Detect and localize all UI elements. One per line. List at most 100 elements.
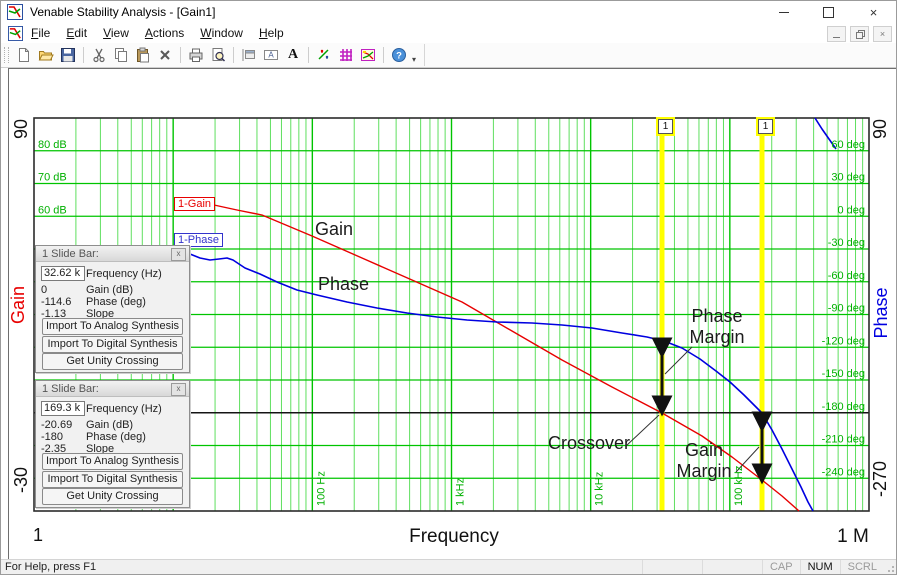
slide-bar-title[interactable]: 1 Slide Bar: <box>36 246 189 262</box>
phase-margin-label: Phase Margin <box>689 306 745 347</box>
maximize-button[interactable] <box>806 1 851 23</box>
new-icon[interactable] <box>14 46 34 64</box>
status-pane <box>641 560 702 574</box>
slide-bar-value: -114.6 <box>41 296 72 308</box>
import-to-analog-synthesis-button[interactable]: Import To Analog Synthesis <box>42 318 183 335</box>
get-unity-crossing-button[interactable]: Get Unity Crossing <box>42 488 183 505</box>
slide-bar-panel[interactable]: 1 Slide Bar: x 169.3 k Frequency (Hz) -2… <box>35 380 190 508</box>
status-help-text: For Help, press F1 <box>5 561 97 573</box>
toolbar: A A ? ▾ <box>1 43 896 68</box>
menu-item-actions[interactable]: Actions <box>137 24 192 42</box>
toolbar-grip[interactable] <box>4 47 9 63</box>
phase-curve-label: Phase <box>318 274 370 294</box>
svg-text:?: ? <box>396 51 402 62</box>
title-bar: Venable Stability Analysis - [Gain1] × <box>1 1 896 23</box>
frequency-gridline-label: 1 kHz <box>455 478 467 506</box>
document-icon <box>8 25 23 41</box>
slide-bar-marker-handle[interactable]: 1 <box>756 117 775 136</box>
phase-curve-wrap <box>814 117 837 150</box>
status-bar: For Help, press F1 CAP NUM SCRL <box>1 559 896 574</box>
mdi-close-button[interactable]: × <box>873 26 892 42</box>
slide-bar-value: 0 <box>41 284 48 296</box>
close-icon[interactable]: x <box>171 248 186 261</box>
frequency-label: Frequency (Hz) <box>86 268 162 280</box>
gain-axis-bottom-value: -30 <box>11 467 31 493</box>
deg-gridline-label: -150 deg <box>822 368 865 380</box>
mdi-restore-button[interactable] <box>850 26 869 42</box>
toolbar-overflow-icon[interactable]: ▾ <box>412 55 416 67</box>
copy-icon[interactable] <box>111 46 131 64</box>
paste-icon[interactable] <box>133 46 153 64</box>
window-title: Venable Stability Analysis - [Gain1] <box>30 5 216 19</box>
import-to-analog-synthesis-button[interactable]: Import To Analog Synthesis <box>42 453 183 470</box>
axis-settings-icon[interactable] <box>314 46 334 64</box>
frequency-input[interactable]: 169.3 k <box>41 401 85 416</box>
frequency-label: Frequency (Hz) <box>86 403 162 415</box>
deg-gridline-label: -120 deg <box>822 335 865 347</box>
db-gridline-label: 70 dB <box>38 172 67 184</box>
mdi-minimize-button[interactable] <box>827 26 846 42</box>
bold-text-icon[interactable]: A <box>283 46 303 64</box>
get-unity-crossing-button[interactable]: Get Unity Crossing <box>42 353 183 370</box>
resize-grip[interactable] <box>884 560 896 574</box>
x-axis-title: Frequency <box>409 526 499 547</box>
print-icon[interactable] <box>186 46 206 64</box>
menu-bar: File Edit View Actions Window Help × <box>1 23 896 43</box>
menu-item-edit[interactable]: Edit <box>58 24 95 42</box>
save-icon[interactable] <box>58 46 78 64</box>
menu-item-help[interactable]: Help <box>251 24 292 42</box>
slide-bar-marker-handle[interactable]: 1 <box>656 117 675 136</box>
gain-axis-title: Gain <box>9 286 28 324</box>
deg-gridline-label: -60 deg <box>828 270 865 282</box>
slide-bar-value-label: Phase (deg) <box>86 296 146 308</box>
delete-icon[interactable] <box>155 46 175 64</box>
annotation-pointer-line <box>664 346 693 375</box>
gain-axis-top-value: 90 <box>11 119 31 139</box>
text-box-icon[interactable]: A <box>261 46 281 64</box>
minimize-button[interactable] <box>761 1 806 23</box>
slide-bar-title[interactable]: 1 Slide Bar: <box>36 381 189 397</box>
help-icon[interactable]: ? <box>389 46 409 64</box>
menu-item-window[interactable]: Window <box>192 24 251 42</box>
frequency-gridline-label: 10 kHz <box>594 472 606 506</box>
slide-bar-panel[interactable]: 1 Slide Bar: x 32.62 k Frequency (Hz) 0 G… <box>35 245 190 373</box>
frequency-input[interactable]: 32.62 k <box>41 266 85 281</box>
db-gridline-label: 60 dB <box>38 204 67 216</box>
app-window: Venable Stability Analysis - [Gain1] × F… <box>0 0 897 575</box>
phase-axis-title: Phase <box>871 287 891 338</box>
deg-gridline-label: -180 deg <box>822 401 865 413</box>
menu-item-view[interactable]: View <box>95 24 137 42</box>
status-pane <box>701 560 762 574</box>
crossover-label: Crossover <box>548 433 631 453</box>
slide-bar-icon[interactable] <box>239 46 259 64</box>
close-button[interactable]: × <box>851 1 896 23</box>
slide-bar-value-label: Gain (dB) <box>86 284 134 296</box>
print-preview-icon[interactable] <box>208 46 228 64</box>
slide-bar-value-label: Phase (deg) <box>86 431 146 443</box>
chart-client-area: 80 dB 70 dB 60 dB 60 deg 30 deg 0 deg -30 deg -… <box>8 68 896 560</box>
gain-margin-label: Gain Margin <box>676 440 732 481</box>
deg-gridline-label: 60 deg <box>831 139 865 151</box>
import-to-digital-synthesis-button[interactable]: Import To Digital Synthesis <box>42 335 183 353</box>
x-axis-min-label: 1 <box>33 525 43 545</box>
deg-gridline-label: -240 deg <box>822 466 865 478</box>
import-to-digital-synthesis-button[interactable]: Import To Digital Synthesis <box>42 470 183 488</box>
phase-axis-bottom-value: -270 <box>870 461 890 497</box>
matrix-icon[interactable] <box>336 46 356 64</box>
db-gridline-label: 80 dB <box>38 139 67 151</box>
deg-gridline-label: -210 deg <box>822 434 865 446</box>
graph-settings-icon[interactable] <box>358 46 378 64</box>
menu-item-file[interactable]: File <box>23 24 58 42</box>
deg-gridline-label: 0 deg <box>837 204 865 216</box>
gain-curve-label: Gain <box>315 219 354 239</box>
app-icon <box>7 4 23 20</box>
cut-icon[interactable] <box>89 46 109 64</box>
svg-text:A: A <box>268 51 274 60</box>
status-indicator-cap: CAP <box>761 560 800 574</box>
frequency-gridline-label: 100 Hz <box>315 471 327 506</box>
close-icon[interactable]: x <box>171 383 186 396</box>
slide-bar-value-label: Gain (dB) <box>86 419 134 431</box>
curve-tag-1-gain[interactable]: 1-Gain <box>174 197 216 211</box>
slide-bar-value: -20.69 <box>41 419 73 431</box>
open-icon[interactable] <box>36 46 56 64</box>
